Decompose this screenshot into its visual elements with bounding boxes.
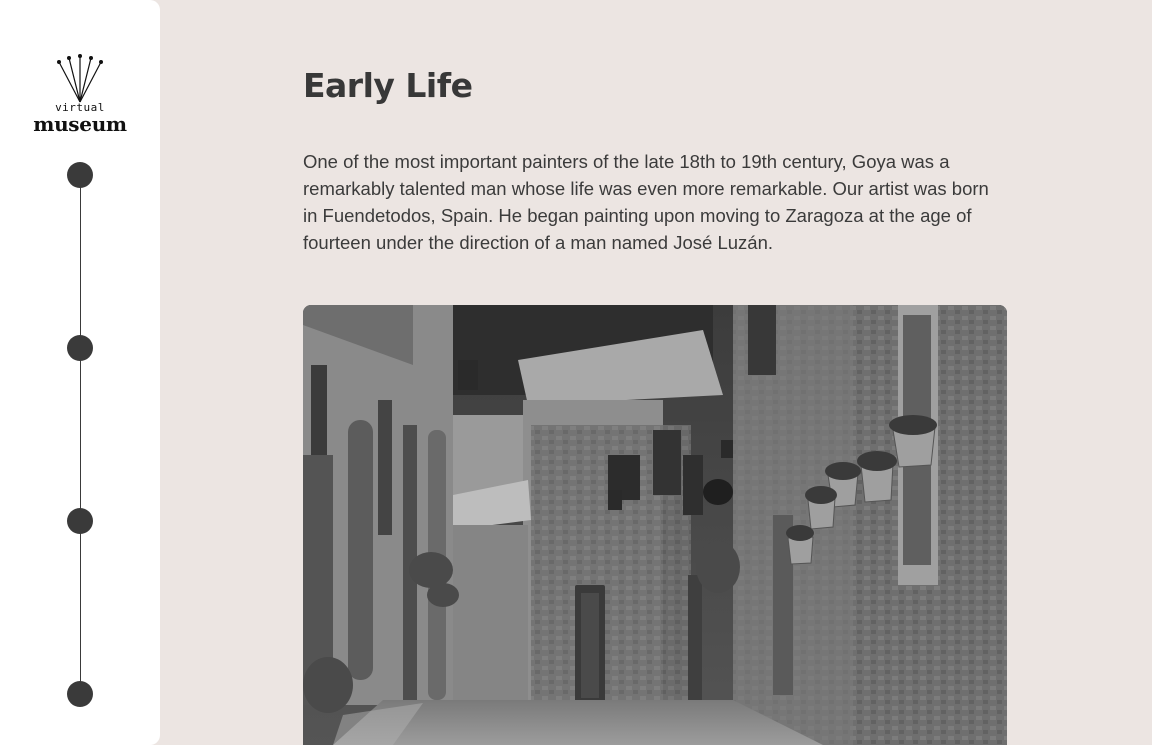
sidebar: virtual museum [0, 0, 160, 745]
timeline-stop-2[interactable] [67, 335, 93, 361]
village-street-photo [303, 305, 1007, 745]
timeline-track [79, 175, 81, 694]
timeline-stop-3[interactable] [67, 508, 93, 534]
section-title: Early Life [303, 66, 473, 105]
timeline-stop-4[interactable] [67, 681, 93, 707]
section-body-text: One of the most important painters of th… [303, 151, 989, 253]
logo-text-museum: museum [33, 112, 127, 136]
logo[interactable]: virtual museum [0, 54, 160, 135]
timeline-stop-1[interactable] [67, 162, 93, 188]
logo-mark-icon [57, 54, 103, 103]
